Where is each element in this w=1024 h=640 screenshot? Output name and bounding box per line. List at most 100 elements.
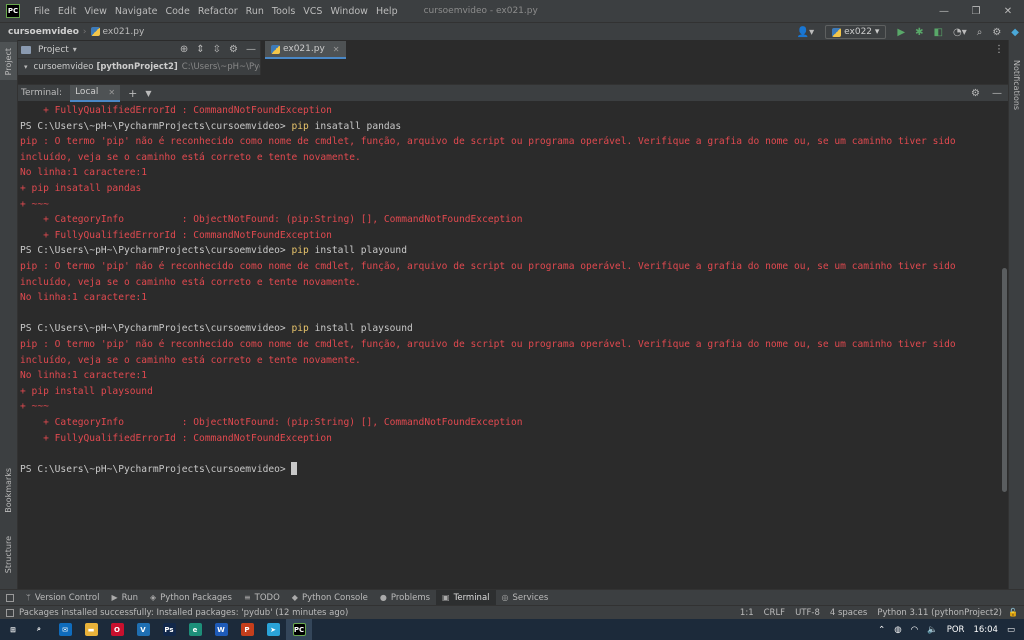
tool-tab-python-packages[interactable]: ◈ Python Packages [144, 590, 238, 606]
taskbar-app[interactable]: O [104, 619, 130, 640]
python-file-icon [90, 27, 100, 36]
locate-icon[interactable]: ⊕ [180, 44, 188, 55]
run-icon[interactable]: ▶ [897, 27, 905, 38]
menu-item-navigate[interactable]: Navigate [111, 6, 162, 17]
menu-item-vcs[interactable]: VCS [299, 6, 326, 17]
hide-icon[interactable]: — [246, 44, 256, 55]
chevron-down-icon[interactable]: ▾ [24, 63, 28, 71]
indent-setting[interactable]: 4 spaces [830, 608, 867, 618]
menu-item-refactor[interactable]: Refactor [194, 6, 242, 17]
menu-item-window[interactable]: Window [326, 6, 371, 17]
menu-item-edit[interactable]: Edit [54, 6, 80, 17]
search-icon: ⌕ [32, 623, 46, 636]
taskbar-app[interactable]: P [234, 619, 260, 640]
expand-all-icon[interactable]: ⇕ [196, 44, 204, 55]
project-tree-root[interactable]: ▾ cursoemvideo [pythonProject2] C:\Users… [18, 59, 260, 75]
taskbar-app[interactable]: ✉ [52, 619, 78, 640]
profile-icon[interactable]: ◔▾ [953, 27, 967, 38]
chevron-up-icon[interactable]: ⌃ [878, 625, 885, 635]
taskbar-app[interactable]: ⊞ [0, 619, 26, 640]
tool-window-toggle-icon[interactable] [6, 593, 14, 602]
input-language[interactable]: POR [947, 625, 965, 635]
menu-item-help[interactable]: Help [372, 6, 402, 17]
tool-tab-todo[interactable]: ≡ TODO [238, 590, 286, 606]
more-options-icon[interactable]: ⋮ [994, 44, 1004, 55]
tool-tab-run[interactable]: ▶ Run [106, 590, 144, 606]
taskbar-app[interactable]: ▬ [78, 619, 104, 640]
status-message[interactable]: Packages installed successfully: Install… [6, 608, 348, 618]
breadcrumb-file[interactable]: ex021.py [90, 27, 144, 37]
run-config-label: ex022 [844, 27, 873, 37]
taskbar-app[interactable]: W [208, 619, 234, 640]
clock[interactable]: 16:04 [973, 625, 998, 635]
notification-center-icon[interactable]: ▭ [1007, 625, 1015, 635]
close-button[interactable]: ✕ [992, 0, 1024, 22]
caret-position[interactable]: 1:1 [740, 608, 754, 618]
menu-item-code[interactable]: Code [161, 6, 193, 17]
new-terminal-icon[interactable]: + [128, 87, 137, 100]
volume-icon[interactable]: 🔈 [927, 625, 938, 635]
line-separator[interactable]: CRLF [764, 608, 785, 618]
project-tool-tab[interactable]: Project [4, 48, 13, 75]
collapse-all-icon[interactable]: ⇳ [213, 44, 221, 55]
run-config-selector[interactable]: ex022 ▾ [825, 25, 887, 39]
terminal-error-line: + ~~~ [20, 401, 49, 413]
terminal-cursor[interactable] [291, 462, 298, 476]
project-view-selector[interactable]: Project [38, 45, 69, 55]
python-console-icon: ◆ [291, 593, 298, 602]
breadcrumb-project[interactable]: cursoemvideo [8, 27, 79, 37]
terminal-output[interactable]: + FullyQualifiedErrorId : CommandNotFoun… [18, 102, 1008, 589]
right-tool-strip: Notifications [1008, 40, 1024, 589]
tool-tab-version-control[interactable]: ᛘ Version Control [20, 590, 106, 606]
chevron-down-icon[interactable]: ▾ [73, 45, 77, 54]
taskbar-app[interactable]: PC [286, 619, 312, 640]
bookmarks-tool-tab[interactable]: Bookmarks [4, 468, 13, 513]
maximize-button[interactable]: ❐ [960, 0, 992, 22]
menu-item-view[interactable]: View [80, 6, 111, 17]
user-icon[interactable]: 👤▾ [797, 27, 814, 38]
terminal-tab-local[interactable]: Local ✕ [70, 84, 121, 102]
wifi-icon[interactable]: ◠ [911, 625, 918, 635]
hide-icon[interactable]: — [992, 88, 1002, 99]
taskbar-app[interactable]: e [182, 619, 208, 640]
settings-icon[interactable]: ⚙ [992, 27, 1001, 38]
python-interpreter[interactable]: Python 3.11 (pythonProject2) [877, 608, 1002, 618]
tool-tab-services[interactable]: ◎ Services [496, 590, 555, 606]
taskbar-app[interactable]: ➤ [260, 619, 286, 640]
terminal-header: Terminal: Local ✕ + ▼ ⚙ — [18, 84, 1008, 102]
terminal-prompt: PS C:\Users\~pH~\PycharmProjects\cursoem… [20, 120, 292, 132]
close-tab-icon[interactable]: ✕ [333, 45, 340, 54]
close-tab-icon[interactable]: ✕ [108, 88, 115, 97]
taskbar-app[interactable]: ⌕ [26, 619, 52, 640]
tool-tab-label: Run [121, 592, 138, 603]
plugin-icon[interactable]: ◆ [1011, 27, 1019, 38]
tool-tab-label: Services [512, 592, 549, 603]
lock-icon[interactable]: 🔓 [1008, 608, 1018, 617]
menu-item-tools[interactable]: Tools [268, 6, 299, 17]
tool-tab-python-console[interactable]: ◆ Python Console [286, 590, 374, 606]
search-icon[interactable]: ⌕ [977, 27, 983, 38]
debug-icon[interactable]: ✱ [915, 27, 923, 38]
project-panel-header: Project ▾ ⊕ ⇕ ⇳ ⚙ — [18, 41, 260, 59]
gear-icon[interactable]: ⚙ [971, 88, 980, 99]
menu-item-file[interactable]: File [30, 6, 54, 17]
notifications-tool-tab[interactable]: Notifications [1012, 60, 1021, 110]
taskbar-app[interactable]: Ps [156, 619, 182, 640]
terminal-command: pip [291, 120, 309, 132]
gear-icon[interactable]: ⚙ [229, 44, 238, 55]
tool-tab-terminal[interactable]: ▣ Terminal [436, 589, 496, 606]
chevron-down-icon[interactable]: ▼ [145, 89, 151, 98]
taskbar-app[interactable]: V [130, 619, 156, 640]
word-icon: W [214, 623, 228, 636]
minimize-button[interactable]: — [928, 0, 960, 22]
terminal-scrollbar[interactable] [1002, 268, 1007, 492]
tool-tab-problems[interactable]: ● Problems [374, 590, 436, 606]
coverage-icon[interactable]: ◧ [934, 27, 943, 38]
menu-item-run[interactable]: Run [242, 6, 268, 17]
network-icon[interactable]: ◍ [894, 625, 901, 635]
editor-tab-ex021[interactable]: ex021.py ✕ [265, 41, 346, 59]
structure-tool-tab[interactable]: Structure [4, 536, 13, 573]
terminal-prompt: PS C:\Users\~pH~\PycharmProjects\cursoem… [20, 245, 292, 257]
pycharm-logo-icon[interactable]: PC [6, 4, 20, 18]
file-encoding[interactable]: UTF-8 [795, 608, 820, 618]
